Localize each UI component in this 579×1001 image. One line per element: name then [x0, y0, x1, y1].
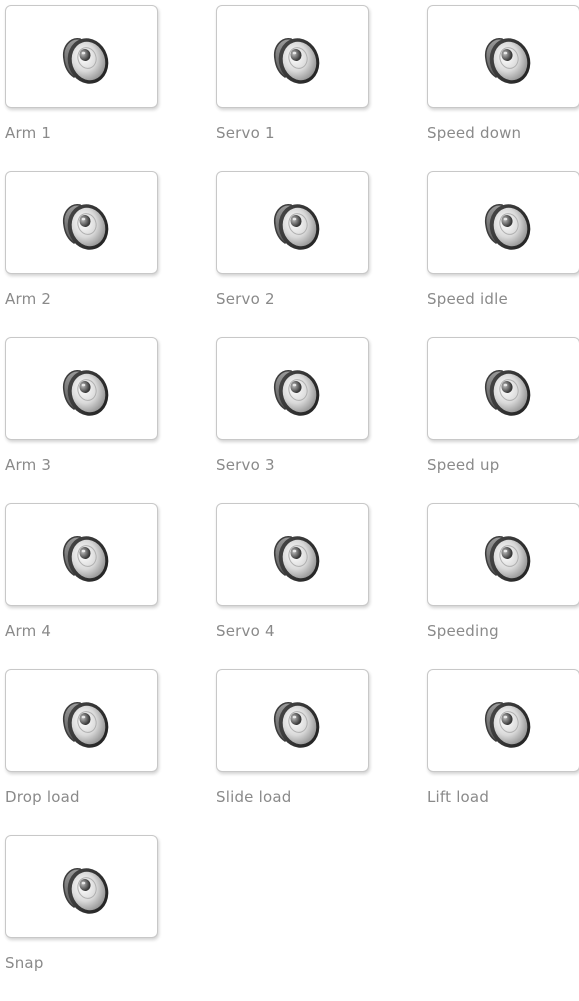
speaker-icon	[60, 197, 114, 255]
sound-card-button[interactable]	[5, 5, 158, 108]
sound-card-button[interactable]	[427, 171, 579, 274]
speaker-icon	[482, 31, 536, 89]
sound-tile[interactable]: Speed up	[427, 337, 579, 503]
sound-card-button[interactable]	[216, 5, 369, 108]
speaker-icon	[482, 363, 536, 421]
sound-card-button[interactable]	[216, 503, 369, 606]
sound-label: Servo 1	[216, 124, 275, 142]
sound-label: Slide load	[216, 788, 292, 806]
sound-label: Servo 4	[216, 622, 275, 640]
sound-card-button[interactable]	[427, 5, 579, 108]
sound-card-button[interactable]	[5, 337, 158, 440]
sound-card-button[interactable]	[216, 669, 369, 772]
speaker-icon	[60, 861, 114, 919]
speaker-icon	[60, 529, 114, 587]
sound-grid: Arm 1 Servo 1 Speed down Arm 2 Servo 2 Speed …	[5, 5, 579, 1001]
sound-tile[interactable]: Slide load	[216, 669, 369, 835]
speaker-icon	[271, 31, 325, 89]
sound-card-button[interactable]	[427, 503, 579, 606]
sound-tile[interactable]: Arm 4	[5, 503, 158, 669]
sound-label: Servo 2	[216, 290, 275, 308]
sound-card-button[interactable]	[5, 669, 158, 772]
sound-tile[interactable]: Speeding	[427, 503, 579, 669]
sound-tile[interactable]: Servo 4	[216, 503, 369, 669]
sound-label: Drop load	[5, 788, 80, 806]
sound-label: Arm 1	[5, 124, 52, 142]
sound-card-button[interactable]	[216, 171, 369, 274]
sound-tile[interactable]: Servo 1	[216, 5, 369, 171]
speaker-icon	[482, 197, 536, 255]
sound-tile[interactable]: Arm 1	[5, 5, 158, 171]
sound-card-button[interactable]	[5, 835, 158, 938]
sound-label: Arm 3	[5, 456, 52, 474]
speaker-icon	[60, 363, 114, 421]
sound-tile[interactable]: Servo 2	[216, 171, 369, 337]
sound-label: Servo 3	[216, 456, 275, 474]
sound-label: Speed up	[427, 456, 500, 474]
sound-card-button[interactable]	[5, 503, 158, 606]
sound-tile[interactable]: Lift load	[427, 669, 579, 835]
sound-label: Speed idle	[427, 290, 508, 308]
sound-card-button[interactable]	[216, 337, 369, 440]
sound-label: Arm 4	[5, 622, 52, 640]
sound-tile[interactable]: Arm 2	[5, 171, 158, 337]
speaker-icon	[271, 529, 325, 587]
sound-tile[interactable]: Speed down	[427, 5, 579, 171]
sound-label: Arm 2	[5, 290, 52, 308]
speaker-icon	[271, 363, 325, 421]
sound-card-button[interactable]	[5, 171, 158, 274]
speaker-icon	[482, 529, 536, 587]
speaker-icon	[482, 695, 536, 753]
sound-card-button[interactable]	[427, 337, 579, 440]
sound-tile[interactable]: Speed idle	[427, 171, 579, 337]
sound-label: Speeding	[427, 622, 499, 640]
speaker-icon	[60, 695, 114, 753]
sound-tile[interactable]: Snap	[5, 835, 158, 1001]
speaker-icon	[271, 197, 325, 255]
sound-label: Snap	[5, 954, 44, 972]
sound-tile[interactable]: Servo 3	[216, 337, 369, 503]
sound-label: Lift load	[427, 788, 490, 806]
sound-label: Speed down	[427, 124, 522, 142]
speaker-icon	[271, 695, 325, 753]
sound-tile[interactable]: Drop load	[5, 669, 158, 835]
sound-tile[interactable]: Arm 3	[5, 337, 158, 503]
speaker-icon	[60, 31, 114, 89]
sound-card-button[interactable]	[427, 669, 579, 772]
